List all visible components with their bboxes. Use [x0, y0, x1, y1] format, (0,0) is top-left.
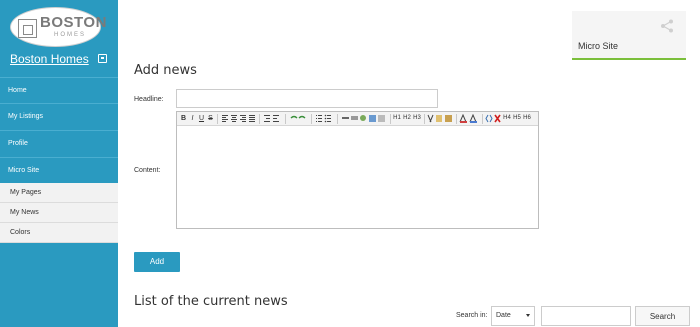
heading-4-button[interactable]: H4 — [502, 114, 512, 123]
add-button[interactable]: Add — [134, 252, 180, 272]
card-title: Micro Site — [578, 41, 619, 51]
chevron-down-icon — [526, 314, 530, 317]
toolbar-separator — [482, 114, 483, 124]
logo-sub-text: HOMES — [54, 32, 87, 38]
list-buttons-icon[interactable] — [315, 114, 333, 123]
cut-copy-paste-icon[interactable] — [426, 114, 454, 123]
micro-site-card[interactable]: Micro Site — [572, 11, 686, 60]
insert-buttons-icon[interactable] — [341, 114, 387, 123]
house-logo-icon — [18, 19, 37, 38]
heading-3-button[interactable]: H3 — [412, 114, 422, 123]
boston-homes-logo[interactable]: BOSTON HOMES — [10, 7, 106, 47]
search-in-value: Date — [496, 312, 511, 319]
search-input[interactable] — [541, 306, 631, 326]
toolbar-separator — [217, 114, 218, 124]
share-icon[interactable] — [660, 19, 674, 33]
heading-6-button[interactable]: H6 — [522, 114, 532, 123]
headline-label: Headline: — [134, 96, 164, 103]
text-color-icon[interactable] — [459, 114, 479, 123]
add-news-heading: Add news — [134, 63, 197, 78]
headline-input[interactable] — [176, 89, 438, 108]
underline-button[interactable]: U — [198, 114, 205, 123]
search-in-label: Search in: — [456, 312, 488, 319]
undo-redo-icon[interactable] — [289, 114, 307, 123]
toolbar-separator — [259, 114, 260, 124]
sidebar-item-profile[interactable]: Profile — [0, 130, 118, 156]
toolbar-separator — [390, 114, 391, 124]
sidebar-item-micro-site[interactable]: Micro Site — [0, 157, 118, 183]
toolbar-separator — [424, 114, 425, 124]
heading-5-button[interactable]: H5 — [512, 114, 522, 123]
sidebar-item-home[interactable]: Home — [0, 77, 118, 103]
toolbar-separator — [337, 114, 338, 124]
toolbar-separator — [311, 114, 312, 124]
sidebar-subitem-colors[interactable]: Colors — [0, 223, 118, 243]
sidebar-item-my-listings[interactable]: My Listings — [0, 103, 118, 129]
logout-icon[interactable] — [98, 54, 107, 63]
content-editor[interactable]: B I U S H1 H2 H3 H4 H5 H6 — [176, 111, 539, 229]
sidebar: BOSTON HOMES Boston Homes Home My Listin… — [0, 0, 118, 327]
sidebar-subitem-my-pages[interactable]: My Pages — [0, 183, 118, 203]
indent-buttons-icon[interactable] — [263, 114, 281, 123]
sidebar-subitem-my-news[interactable]: My News — [0, 203, 118, 223]
bold-button[interactable]: B — [180, 114, 187, 123]
toolbar-separator — [285, 114, 286, 124]
search-in-select[interactable]: Date — [491, 306, 535, 326]
brand-link[interactable]: Boston Homes — [10, 52, 89, 66]
search-button[interactable]: Search — [635, 306, 690, 326]
align-buttons-icon[interactable] — [221, 114, 255, 123]
heading-1-button[interactable]: H1 — [392, 114, 402, 123]
strikethrough-button[interactable]: S — [207, 114, 214, 123]
editor-toolbar: B I U S H1 H2 H3 H4 H5 H6 — [177, 112, 538, 126]
source-and-clear-icon[interactable] — [485, 114, 501, 123]
toolbar-separator — [456, 114, 457, 124]
heading-2-button[interactable]: H2 — [402, 114, 412, 123]
logo-main-text: BOSTON — [40, 14, 107, 31]
list-heading: List of the current news — [134, 294, 288, 309]
italic-button[interactable]: I — [189, 114, 196, 123]
content-label: Content: — [134, 167, 161, 174]
